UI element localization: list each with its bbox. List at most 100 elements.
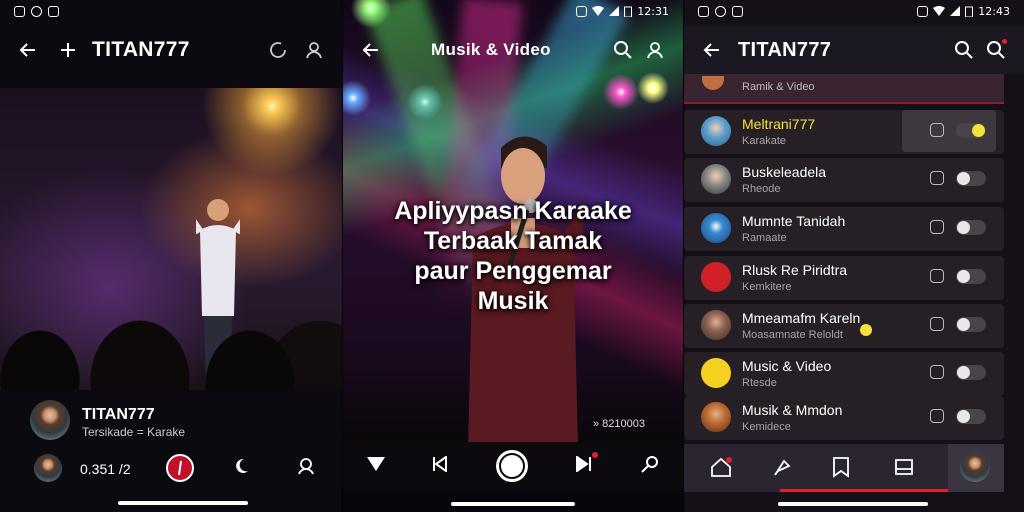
app-title: TITAN777 (738, 38, 832, 61)
item-toggle[interactable] (956, 317, 986, 332)
item-name: Mumnte Tanidah (742, 213, 846, 229)
top-item[interactable]: Ramik & Video (684, 74, 1004, 104)
home-indicator (778, 502, 928, 506)
item-subtitle: Ramik & Video (742, 81, 815, 93)
crosshair-icon[interactable] (52, 34, 84, 66)
screen-channel: TITAN777 TITAN777 Tersikade = Karake 0.3… (0, 0, 342, 512)
active-indicator (780, 489, 948, 492)
profile-icon[interactable] (639, 34, 671, 66)
previous-icon[interactable] (432, 454, 448, 477)
screen-list: 12:43 TITAN777 Ramik & Video Meltrani777… (684, 0, 1024, 512)
app-bar: TITAN777 (0, 26, 342, 74)
channel-name: TITAN777 (82, 406, 155, 423)
info-icon[interactable] (930, 123, 944, 137)
item-subtitle: Moasamnate Reloldt (742, 329, 843, 341)
status-bar: 12:43 (684, 0, 1024, 22)
item-avatar (701, 358, 731, 388)
search-icon[interactable] (948, 34, 980, 66)
notification-dot (591, 451, 598, 458)
item-avatar (701, 262, 731, 292)
item-avatar (701, 310, 731, 340)
item-toggle[interactable] (956, 123, 986, 138)
channel-info[interactable]: TITAN777 Tersikade = Karake (0, 392, 342, 452)
home-indicator (118, 501, 248, 505)
item-name: Musik & Mmdon (742, 402, 843, 418)
list-item[interactable]: Rlusk Re Piridtra Kemkitere (684, 254, 1004, 302)
item-toggle[interactable] (956, 365, 986, 380)
back-arrow-icon[interactable] (355, 34, 387, 66)
item-subtitle: Rtesde (742, 377, 777, 389)
capture-button[interactable] (495, 450, 528, 482)
headline-line: Apliyypasn Karaake (394, 197, 632, 225)
app-notification-icon (698, 5, 709, 17)
moon-icon[interactable] (232, 457, 250, 480)
item-toggle[interactable] (956, 171, 986, 186)
home-icon[interactable] (710, 457, 732, 482)
item-toggle[interactable] (956, 220, 986, 235)
profile-avatar (960, 452, 990, 482)
item-avatar (701, 116, 731, 146)
item-subtitle: Kemkitere (742, 281, 792, 293)
item-subtitle: Rheode (742, 183, 781, 195)
bottom-nav: 0.351 /2 (0, 446, 342, 496)
info-icon[interactable] (930, 171, 944, 185)
search-alert-icon[interactable] (980, 34, 1012, 66)
item-subtitle: Karakate (742, 135, 787, 147)
list-item[interactable]: Musik & Mmdon Kemidece (684, 394, 1004, 442)
item-avatar (702, 76, 724, 90)
app-notification-icon (14, 5, 25, 17)
info-icon[interactable] (930, 317, 944, 331)
list-item[interactable]: Music & Video Rtesde (684, 350, 1004, 398)
crowd-silhouette (0, 260, 342, 390)
search-person-icon[interactable] (296, 456, 316, 481)
info-icon[interactable] (930, 220, 944, 234)
headline-line: paur Penggemar (414, 257, 612, 285)
clock: 12:31 (637, 4, 669, 18)
alarm-icon (917, 5, 929, 17)
user-avatar[interactable] (34, 454, 62, 482)
item-name: Buskeleadela (742, 164, 827, 180)
back-arrow-icon[interactable] (12, 34, 44, 66)
view-count: » 8210003 (593, 418, 645, 430)
promo-headline: Apliyypasn Karaake Terbaak Tamak paur Pe… (343, 196, 683, 316)
item-name: Mmeamafm Kareln (742, 310, 861, 326)
item-name: Rlusk Re Piridtra (742, 262, 848, 278)
profile-icon[interactable] (298, 34, 330, 66)
item-avatar (701, 164, 731, 194)
list-item[interactable]: Meltrani777 Karakate (684, 108, 1004, 156)
share-icon[interactable] (772, 457, 792, 482)
profile-tab[interactable] (948, 444, 1004, 492)
list-item[interactable]: Buskeleadela Rheode (684, 156, 1004, 204)
bookmark-icon[interactable] (832, 456, 850, 483)
back-arrow-icon[interactable] (696, 34, 728, 66)
item-avatar (701, 402, 731, 432)
info-icon[interactable] (930, 269, 944, 283)
app-title: Musik & Video (431, 40, 551, 59)
badge-icon (860, 324, 872, 336)
item-toggle[interactable] (956, 269, 986, 284)
list-item[interactable]: Mumnte Tanidah Ramaate (684, 205, 1004, 253)
battery-icon (965, 6, 974, 17)
bottom-nav (684, 444, 1004, 492)
search-icon[interactable] (607, 34, 639, 66)
info-icon[interactable] (930, 365, 944, 379)
wifi-icon (592, 6, 605, 16)
count-label: 0.351 /2 (80, 461, 131, 477)
refresh-icon[interactable] (262, 34, 294, 66)
sync-icon (715, 5, 726, 17)
list-item[interactable]: Mmeamafm Kareln Moasamnate Reloldt (684, 302, 1004, 350)
battery-icon (624, 6, 633, 17)
headline-line: Musik (477, 287, 549, 315)
image-icon (732, 5, 743, 17)
inbox-icon[interactable] (894, 457, 914, 482)
item-toggle[interactable] (956, 409, 986, 424)
concert-photo (0, 88, 342, 390)
dropdown-icon[interactable] (366, 456, 385, 476)
screen-player: 12:31 Musik & Video Apliyypasn Karaake T… (343, 0, 683, 512)
info-icon[interactable] (930, 409, 944, 423)
next-icon[interactable] (575, 451, 598, 477)
channel-avatar[interactable] (30, 400, 70, 440)
record-button[interactable] (166, 454, 194, 482)
search-icon[interactable] (641, 455, 659, 478)
headline-line: Terbaak Tamak (423, 227, 603, 255)
